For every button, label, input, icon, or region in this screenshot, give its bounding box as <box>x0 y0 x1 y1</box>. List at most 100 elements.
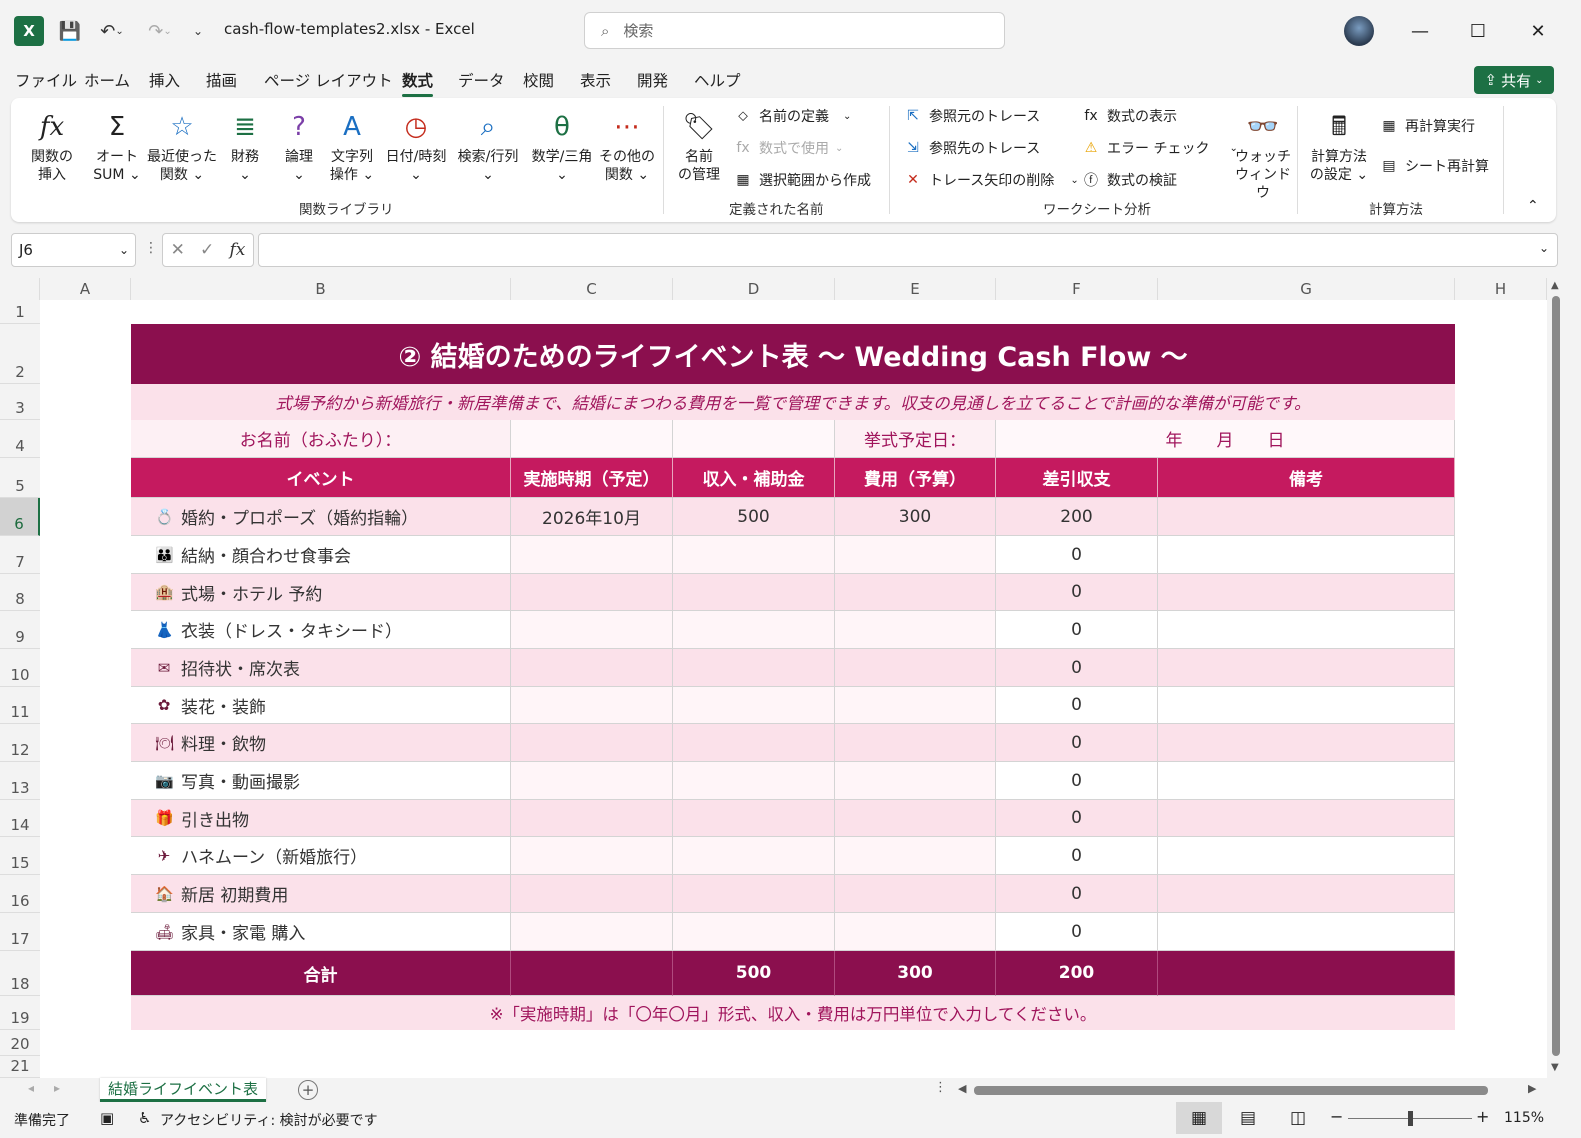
horizontal-scroll-thumb[interactable] <box>974 1086 1488 1095</box>
row-header[interactable]: 20 <box>0 1030 40 1056</box>
column-header[interactable]: D <box>673 278 835 300</box>
event-when-cell[interactable] <box>511 611 673 649</box>
column-header[interactable]: H <box>1455 278 1547 300</box>
page-break-view-icon[interactable]: ◫ <box>1290 1108 1306 1128</box>
event-income-cell[interactable] <box>673 913 835 951</box>
page-layout-view-icon[interactable]: ▤ <box>1240 1108 1256 1128</box>
event-balance-cell[interactable]: 0 <box>996 611 1158 649</box>
event-cost-cell[interactable] <box>835 724 996 762</box>
insert-function-icon[interactable]: fx <box>230 240 246 260</box>
tab-review[interactable]: 校閲 <box>523 69 554 91</box>
evaluate-formula-button[interactable]: ⓕ 数式の検証 <box>1081 170 1177 190</box>
more-functions-button[interactable]: ⋯ その他の 関数 ⌄ <box>597 108 657 184</box>
avatar[interactable] <box>1344 16 1374 46</box>
trace-precedents-button[interactable]: ⇱ 参照元のトレース <box>903 106 1040 126</box>
event-name-cell[interactable]: ✉ 招待状・席次表 <box>131 649 511 687</box>
more-options-icon[interactable]: ⋮ <box>144 240 158 256</box>
row-header[interactable]: 21 <box>0 1056 40 1078</box>
row-header[interactable]: 2 <box>0 324 40 384</box>
event-name-cell[interactable]: 🎁 引き出物 <box>131 800 511 837</box>
event-notes-cell[interactable] <box>1158 687 1455 724</box>
trace-dependents-button[interactable]: ⇲ 参照先のトレース <box>903 138 1040 158</box>
use-in-formula-button[interactable]: fx 数式で使用 ⌄ <box>733 138 843 158</box>
tab-developer[interactable]: 開発 <box>637 69 668 91</box>
event-when-cell[interactable] <box>511 837 673 875</box>
event-cost-cell[interactable] <box>835 913 996 951</box>
event-notes-cell[interactable] <box>1158 536 1455 574</box>
row-header[interactable]: 8 <box>0 574 40 611</box>
column-header[interactable]: C <box>511 278 673 300</box>
event-when-cell[interactable] <box>511 762 673 800</box>
event-name-cell[interactable]: 🍽 料理・飲物 <box>131 724 511 762</box>
row-header[interactable]: 14 <box>0 800 40 837</box>
add-sheet-icon[interactable]: + <box>298 1080 318 1100</box>
math-button[interactable]: θ 数学/三角 ⌄ <box>527 108 597 184</box>
zoom-out-icon[interactable]: − <box>1330 1107 1343 1126</box>
total-income[interactable]: 500 <box>673 951 835 996</box>
event-income-cell[interactable] <box>673 724 835 762</box>
event-notes-cell[interactable] <box>1158 498 1455 536</box>
event-name-cell[interactable]: 🏨 式場・ホテル 予約 <box>131 574 511 611</box>
column-header[interactable]: A <box>40 278 131 300</box>
event-when-cell[interactable] <box>511 724 673 762</box>
scroll-right-icon[interactable]: ▶ <box>1528 1082 1536 1095</box>
row-header[interactable]: 11 <box>0 687 40 724</box>
event-when-cell[interactable] <box>511 574 673 611</box>
event-notes-cell[interactable] <box>1158 762 1455 800</box>
event-when-cell[interactable] <box>511 800 673 837</box>
tab-data[interactable]: データ <box>458 69 505 91</box>
event-notes-cell[interactable] <box>1158 724 1455 762</box>
event-balance-cell[interactable]: 0 <box>996 875 1158 913</box>
tab-insert[interactable]: 挿入 <box>149 69 180 91</box>
event-when-cell[interactable] <box>511 875 673 913</box>
event-cost-cell[interactable] <box>835 800 996 837</box>
expand-formula-icon[interactable]: ⌄ <box>1539 241 1549 255</box>
zoom-slider-thumb[interactable] <box>1408 1111 1413 1126</box>
event-cost-cell[interactable] <box>835 875 996 913</box>
row-header[interactable]: 4 <box>0 420 40 458</box>
event-income-cell[interactable] <box>673 837 835 875</box>
event-cost-cell[interactable] <box>835 837 996 875</box>
insert-function-button[interactable]: fx 関数の 挿入 <box>25 108 79 184</box>
recent-functions-button[interactable]: ☆ 最近使った 関数 ⌄ <box>147 108 217 184</box>
event-name-cell[interactable]: ✿ 装花・装飾 <box>131 687 511 724</box>
name-input-cell[interactable] <box>511 420 673 458</box>
text-functions-button[interactable]: A 文字列 操作 ⌄ <box>327 108 377 184</box>
customize-qat-icon[interactable]: ⌄ <box>188 16 208 46</box>
name-box[interactable]: J6 ⌄ <box>11 233 136 267</box>
row-header[interactable]: 19 <box>0 996 40 1030</box>
event-name-cell[interactable]: 💍 婚約・プロポーズ（婚約指輪） <box>131 498 511 536</box>
row-header[interactable]: 16 <box>0 875 40 913</box>
name-input-cell[interactable] <box>673 420 835 458</box>
total-cost[interactable]: 300 <box>835 951 996 996</box>
vertical-scroll-thumb[interactable] <box>1552 296 1560 1056</box>
row-header[interactable]: 15 <box>0 837 40 875</box>
event-notes-cell[interactable] <box>1158 800 1455 837</box>
show-formulas-button[interactable]: fx 数式の表示 <box>1081 106 1177 126</box>
event-when-cell[interactable] <box>511 687 673 724</box>
event-when-cell[interactable] <box>511 649 673 687</box>
lookup-button[interactable]: ⌕ 検索/行列 ⌄ <box>453 108 523 184</box>
event-name-cell[interactable]: 🏠 新居 初期費用 <box>131 875 511 913</box>
zoom-in-icon[interactable]: + <box>1476 1107 1489 1126</box>
calc-options-button[interactable]: 🖩 計算方法 の設定 ⌄ <box>1307 108 1371 184</box>
define-name-button[interactable]: ⬦ 名前の定義 ⌄ <box>733 106 851 126</box>
event-income-cell[interactable] <box>673 536 835 574</box>
undo-icon[interactable]: ↶ ⌄ <box>92 16 132 46</box>
event-income-cell[interactable] <box>673 762 835 800</box>
share-button[interactable]: ⇪ 共有 ⌄ <box>1474 66 1554 94</box>
calculate-now-button[interactable]: ▦ 再計算実行 <box>1379 116 1475 136</box>
maximize-button[interactable]: ☐ <box>1458 16 1498 46</box>
collapse-ribbon-icon[interactable]: ⌃ <box>1527 198 1539 214</box>
formula-input[interactable]: ⌄ <box>258 233 1558 267</box>
event-income-cell[interactable] <box>673 611 835 649</box>
event-notes-cell[interactable] <box>1158 649 1455 687</box>
search-box[interactable]: ⌕ 検索 <box>584 12 1005 49</box>
enter-icon[interactable]: ✓ <box>200 240 214 260</box>
event-when-cell[interactable] <box>511 913 673 951</box>
tab-help[interactable]: ヘルプ <box>694 69 741 91</box>
event-notes-cell[interactable] <box>1158 574 1455 611</box>
normal-view-icon[interactable]: ▦ <box>1176 1102 1222 1134</box>
remove-arrows-button[interactable]: ✕ トレース矢印の削除 ⌄ <box>903 170 1079 190</box>
event-income-cell[interactable] <box>673 649 835 687</box>
